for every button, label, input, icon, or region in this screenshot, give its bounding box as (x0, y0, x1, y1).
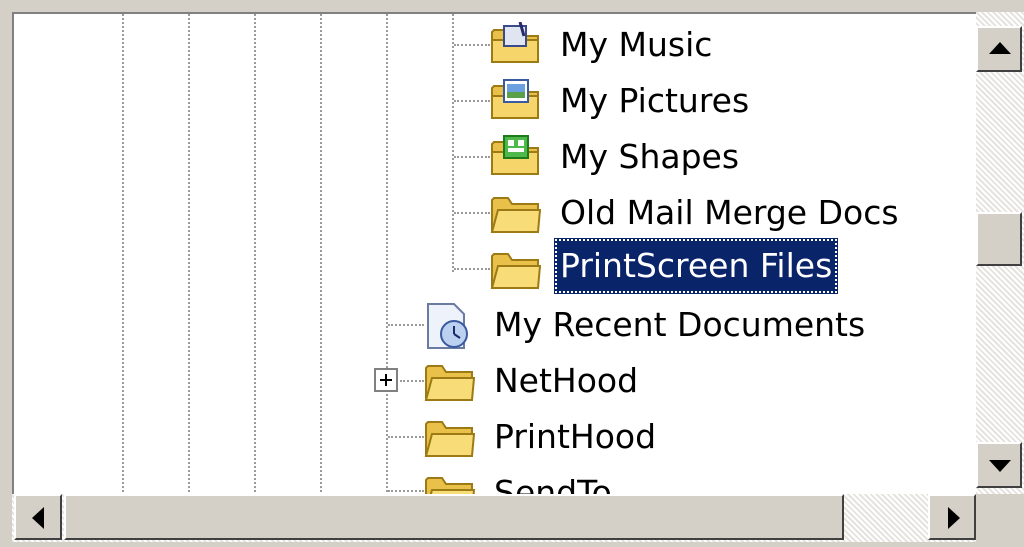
scroll-left-button[interactable] (14, 494, 62, 540)
down-arrow-icon (989, 460, 1011, 472)
music-folder-icon (490, 21, 542, 66)
tree-item-my-shapes[interactable]: My Shapes (14, 132, 978, 184)
vertical-scroll-thumb[interactable] (976, 212, 1022, 266)
tree-item-label-selected: PrintScreen Files (554, 238, 839, 294)
scrollbar-corner (976, 494, 1024, 542)
tree-item-printscreen-files[interactable]: PrintScreen Files (14, 238, 978, 296)
up-arrow-icon (989, 42, 1011, 54)
left-arrow-icon (32, 507, 44, 529)
folder-icon (490, 248, 542, 292)
tree-item-label: My Recent Documents (494, 305, 866, 344)
tree-item-label: Old Mail Merge Docs (560, 193, 899, 232)
scroll-up-button[interactable] (976, 26, 1022, 72)
vertical-scrollbar[interactable] (976, 12, 1024, 494)
tree-item-old-mail-merge-docs[interactable]: Old Mail Merge Docs (14, 188, 978, 240)
tree-item-label: PrintHood (494, 417, 657, 456)
folder-icon (424, 416, 476, 460)
folder-icon (424, 472, 476, 496)
folder-icon (424, 360, 476, 404)
recent-documents-icon (424, 302, 476, 349)
tree-item-label: My Pictures (560, 81, 750, 120)
horizontal-scroll-thumb[interactable] (64, 494, 844, 540)
folder-tree-window: My Music My Pictures My Shapes Old Mail … (0, 0, 1024, 547)
tree-item-my-recent-documents[interactable]: My Recent Documents (14, 300, 978, 352)
tree-item-label: My Music (560, 25, 713, 64)
scroll-right-button[interactable] (928, 494, 976, 540)
tree-item-my-pictures[interactable]: My Pictures (14, 76, 978, 128)
right-arrow-icon (948, 507, 960, 529)
tree-item-label: SendTo (494, 473, 612, 496)
shapes-folder-icon (490, 134, 542, 178)
scroll-down-button[interactable] (976, 442, 1022, 488)
tree-item-label: My Shapes (560, 137, 740, 176)
folder-tree-view[interactable]: My Music My Pictures My Shapes Old Mail … (12, 12, 978, 496)
tree-item-sendto[interactable]: SendTo (14, 468, 978, 496)
tree-item-my-music[interactable]: My Music (14, 20, 978, 72)
tree-item-label: NetHood (494, 361, 639, 400)
expand-plus-icon[interactable] (374, 368, 398, 392)
horizontal-scrollbar[interactable] (12, 494, 976, 542)
tree-item-nethood[interactable]: NetHood (14, 356, 978, 408)
pictures-folder-icon (490, 78, 542, 122)
folder-icon (490, 192, 542, 236)
tree-item-printhood[interactable]: PrintHood (14, 412, 978, 464)
